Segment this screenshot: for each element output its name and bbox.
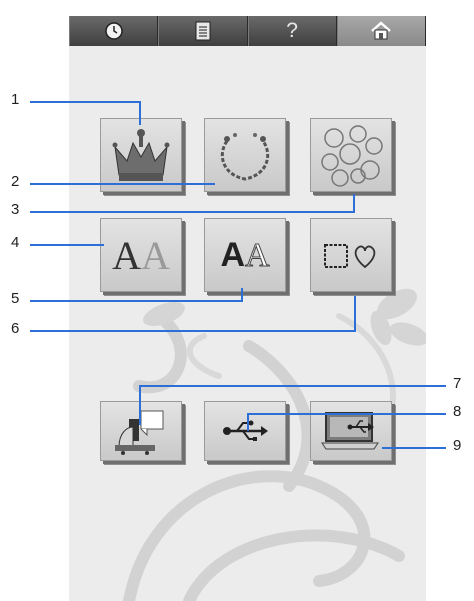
usb-button[interactable] (204, 401, 286, 461)
decorative-letter-a-outline: A (141, 232, 170, 278)
callout-7: 7 (453, 375, 462, 392)
help-icon: ? (286, 19, 298, 42)
alphabet-icon: A A (220, 235, 271, 275)
callout-line-1 (30, 101, 141, 103)
callout-line-1-drop (139, 101, 141, 125)
usb-icon (223, 420, 268, 441)
callout-line-3-rise (353, 194, 355, 213)
wreath-design-button[interactable] (204, 118, 286, 192)
floral-pattern-icon (321, 125, 383, 187)
floral-pattern-button[interactable] (310, 118, 392, 192)
embroidery-screen (69, 16, 426, 601)
decorative-alphabet-button[interactable]: A A (100, 218, 182, 292)
crown-icon (112, 129, 170, 181)
help-button[interactable]: ? (247, 16, 337, 46)
outline-letter-a: A (245, 236, 271, 274)
frame-shapes-button[interactable] (310, 218, 392, 292)
callout-line-5-rise (241, 288, 243, 302)
callout-8: 8 (453, 403, 462, 420)
crown-design-button[interactable] (100, 118, 182, 192)
callout-6: 6 (11, 320, 20, 337)
callout-line-8 (247, 413, 446, 415)
callout-line-5 (30, 300, 243, 302)
alphabet-button[interactable]: A A (204, 218, 286, 292)
document-button[interactable] (158, 16, 248, 46)
decorative-letter-a: A (112, 232, 141, 278)
callout-5: 5 (11, 290, 20, 307)
embroidery-machine-icon (115, 410, 164, 455)
callout-line-6 (30, 330, 356, 332)
callout-line-6-rise (354, 296, 356, 332)
callout-line-2 (30, 183, 215, 185)
document-icon (195, 21, 211, 41)
clock-button[interactable] (69, 16, 159, 46)
home-icon (371, 21, 392, 40)
computer-usb-button[interactable] (310, 401, 392, 461)
callout-line-3 (30, 211, 355, 213)
callout-9: 9 (453, 437, 462, 454)
clock-icon (104, 22, 123, 40)
callout-line-4 (30, 244, 104, 246)
decorative-alphabet-icon: A A (112, 232, 170, 279)
frame-shapes-icon (324, 244, 376, 269)
callout-line-9 (382, 447, 446, 449)
callout-2: 2 (11, 173, 20, 190)
callout-line-7-drop (139, 385, 141, 425)
top-toolbar: ? (69, 16, 426, 46)
embroidery-machine-button[interactable] (100, 401, 182, 461)
wreath-icon (221, 133, 269, 181)
computer-usb-icon (321, 412, 379, 450)
swirl-background-decoration (123, 288, 426, 601)
callout-line-7 (139, 385, 446, 387)
callout-line-8-drop (247, 413, 249, 431)
callout-4: 4 (11, 234, 20, 251)
home-button[interactable] (336, 16, 426, 46)
bold-letter-a: A (220, 235, 245, 274)
callout-3: 3 (11, 201, 20, 218)
callout-1: 1 (11, 91, 20, 108)
